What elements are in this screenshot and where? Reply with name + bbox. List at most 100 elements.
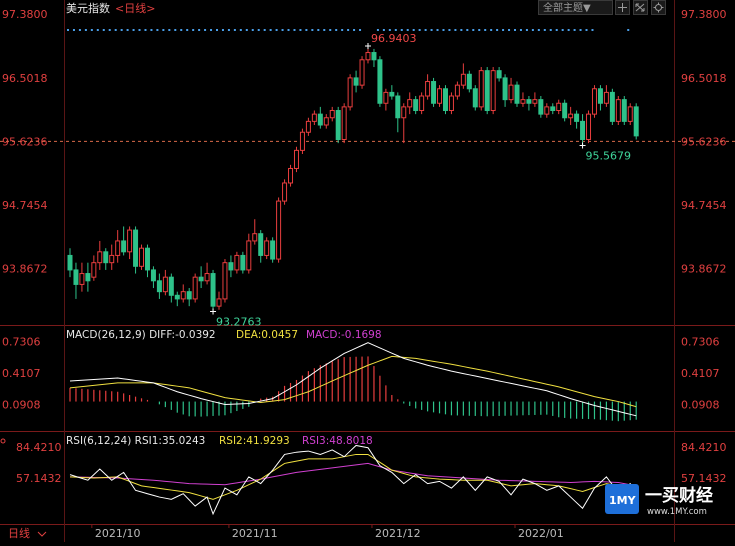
event-dot — [430, 29, 433, 31]
candle-body — [472, 88, 478, 108]
event-dot — [543, 29, 546, 31]
candle — [299, 128, 305, 154]
candle-body — [258, 233, 264, 256]
period-label[interactable]: <日线> — [115, 1, 155, 15]
date-tick-label: 2021/10 — [95, 527, 141, 540]
candle-body — [413, 99, 419, 112]
candle — [591, 85, 597, 118]
candle-body — [574, 113, 580, 122]
expand-icon[interactable] — [633, 0, 648, 15]
candle-body — [85, 273, 91, 282]
candle — [490, 67, 496, 115]
rsi-tick-right: 84.4210 — [681, 441, 727, 454]
candle-body — [478, 70, 484, 108]
candle — [562, 99, 568, 122]
candle — [627, 103, 633, 125]
event-dot — [144, 29, 147, 31]
candle — [341, 103, 347, 144]
brand-logo-icon: 1MY — [605, 484, 639, 514]
macd-tick-left: 0.7306 — [2, 336, 41, 349]
candle-body — [353, 77, 359, 86]
candle-body — [359, 59, 365, 86]
macd-dea-readout: DEA:0.0457 — [236, 329, 298, 341]
event-dot — [192, 29, 195, 31]
event-dot — [561, 29, 564, 31]
event-dot — [490, 29, 493, 31]
candle — [293, 146, 299, 173]
candle — [437, 85, 443, 107]
event-dot — [198, 29, 201, 31]
candle — [472, 85, 478, 111]
candle-body — [73, 269, 79, 285]
event-dot — [585, 29, 588, 31]
event-dot — [627, 29, 630, 31]
event-dot — [180, 29, 183, 31]
candle-body — [526, 99, 532, 104]
event-dot — [281, 29, 284, 31]
theme-selector[interactable]: 全部主题▼ — [538, 0, 613, 15]
event-dot — [514, 29, 516, 31]
candle-body — [156, 280, 162, 293]
rsi3-readout: RSI3:48.8018 — [302, 435, 373, 447]
candle-body — [389, 91, 395, 97]
candle-body — [365, 52, 371, 61]
event-dot — [555, 29, 558, 31]
event-dot — [216, 29, 218, 31]
macd-value-readout: MACD:-0.1698 — [306, 329, 382, 341]
event-dot — [132, 29, 135, 31]
candle — [466, 70, 472, 93]
candle — [633, 103, 639, 140]
event-dot — [525, 29, 528, 31]
event-dot — [466, 29, 469, 31]
macd-tick-right: 0.7306 — [681, 336, 720, 349]
candle-body — [466, 73, 472, 90]
candle-body — [180, 291, 186, 300]
candle-body — [127, 229, 133, 253]
candle — [192, 273, 198, 303]
candle — [478, 67, 484, 111]
candle-body — [597, 88, 603, 104]
event-dot — [424, 29, 427, 31]
event-dot — [341, 29, 344, 31]
candle-body — [591, 88, 597, 115]
brand-url: www.1MY.com — [647, 507, 707, 517]
candle — [347, 74, 353, 111]
event-dot — [388, 29, 391, 31]
candle — [615, 96, 621, 125]
candle — [240, 251, 246, 274]
event-dot — [502, 29, 505, 31]
event-dot — [78, 29, 81, 31]
event-dot — [114, 29, 117, 31]
brand-watermark: 1MY 一买财经 www.1MY.com — [605, 484, 713, 517]
candle-body — [609, 91, 615, 122]
settings-icon[interactable] — [651, 0, 666, 15]
candle-body — [425, 81, 431, 97]
brand-badge: 1MY — [609, 494, 637, 507]
rsi-tick-left: 57.1432 — [16, 472, 62, 485]
candle — [442, 85, 448, 115]
event-dot — [406, 29, 409, 31]
event-dot — [394, 29, 397, 31]
chart-canvas: 美元指数 <日线> 全部主题▼ 97.3800 97.3800 96.5018 96.… — [0, 0, 735, 542]
event-dot — [275, 29, 278, 31]
candle-body — [282, 182, 288, 202]
period-button-label[interactable]: 日线 — [8, 526, 30, 540]
candle — [586, 110, 592, 144]
event-dot — [376, 29, 379, 31]
candle-body — [121, 240, 127, 253]
macd-diff-readout: DIFF:-0.0392 — [149, 329, 216, 341]
candle-body — [562, 102, 568, 119]
candle-body — [67, 254, 73, 271]
candle-body — [204, 273, 210, 282]
candle-body — [293, 149, 299, 169]
candle-body — [299, 131, 305, 151]
crosshair-icon[interactable] — [615, 0, 630, 15]
candle-body — [288, 167, 294, 184]
annotation-label: 96.9403 — [371, 32, 417, 45]
event-dot — [72, 29, 75, 31]
candle — [139, 244, 145, 270]
theme-selector-label[interactable]: 全部主题▼ — [543, 1, 591, 14]
candle — [514, 81, 520, 107]
event-dot — [204, 29, 207, 31]
price-tick-right: 93.8672 — [681, 263, 727, 276]
